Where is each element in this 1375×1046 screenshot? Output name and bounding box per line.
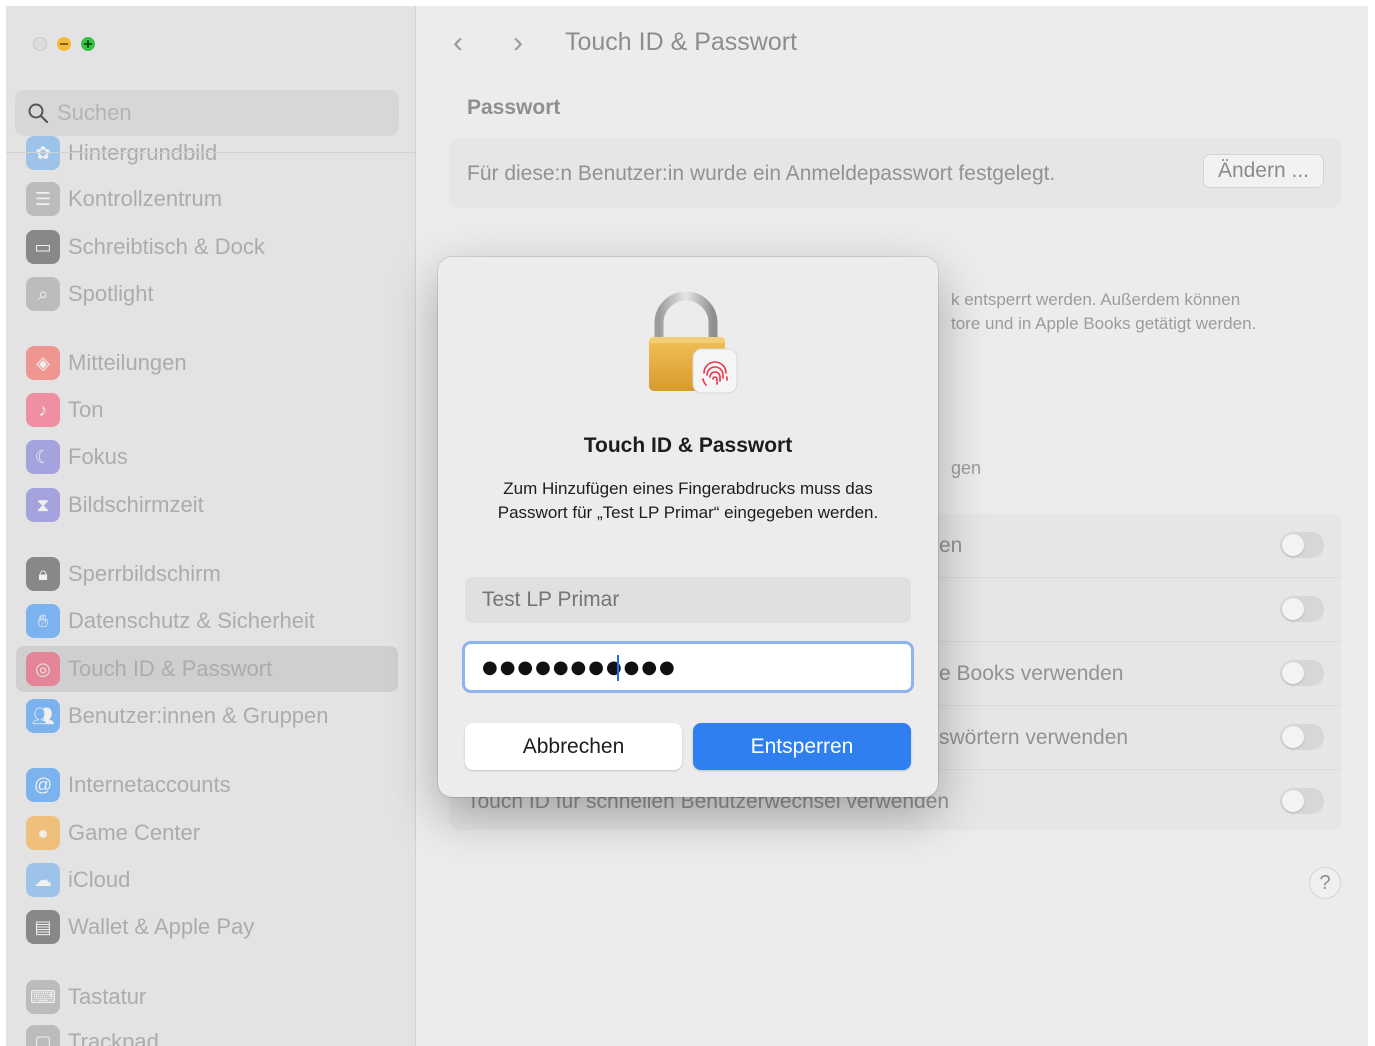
authentication-dialog: Touch ID & Passwort Zum Hinzufügen eines…: [438, 257, 938, 797]
lock-fingerprint-icon: [649, 291, 738, 394]
notifications-icon: ◈: [26, 346, 60, 380]
sidebar-item-label: Benutzer:innen & Gruppen: [68, 703, 329, 728]
sidebar-item-label: Schreibtisch & Dock: [68, 234, 265, 259]
screen-time-icon: ⧗: [26, 488, 60, 522]
sidebar-item-label: Mitteilungen: [68, 350, 187, 375]
sidebar-item-wallpaper[interactable]: ✿ Hintergrundbild: [16, 130, 398, 176]
privacy-hand-icon: ✋︎: [26, 604, 60, 638]
sidebar-item-sound[interactable]: ♪ Ton: [16, 387, 398, 433]
wallpaper-icon: ✿: [26, 136, 60, 170]
sidebar-item-keyboard[interactable]: ⌨ Tastatur: [16, 974, 398, 1020]
option-label: en: [939, 534, 963, 557]
option-toggle[interactable]: [1280, 660, 1324, 686]
page-title: Touch ID & Passwort: [565, 28, 798, 56]
sound-icon: ♪: [26, 393, 60, 427]
cancel-button[interactable]: Abbrechen: [465, 723, 682, 770]
sidebar-item-label: Tastatur: [68, 984, 147, 1009]
sidebar-item-label: Touch ID & Passwort: [68, 656, 273, 681]
sidebar-item-label: Fokus: [68, 444, 128, 469]
sidebar-item-label: Kontrollzentrum: [68, 186, 223, 211]
unlock-button[interactable]: Entsperren: [693, 723, 911, 770]
focus-icon: ☾: [26, 440, 60, 474]
close-window-button[interactable]: [33, 37, 47, 51]
dialog-message: Zum Hinzufügen eines Fingerabdrucks muss…: [497, 479, 879, 522]
username-field[interactable]: [465, 577, 911, 623]
sidebar-item-label: Ton: [68, 397, 104, 422]
minimize-window-button[interactable]: [57, 37, 71, 51]
sidebar-item-label: Trackpad: [68, 1029, 159, 1046]
sidebar-item-game-center[interactable]: ● Game Center: [16, 810, 398, 856]
sidebar-item-trackpad[interactable]: ▢ Trackpad: [16, 1019, 398, 1046]
option-label: swörtern verwenden: [939, 726, 1129, 749]
sidebar-item-notifications[interactable]: ◈ Mitteilungen: [16, 340, 398, 386]
sidebar-item-screen-time[interactable]: ⧗ Bildschirmzeit: [16, 482, 398, 528]
trackpad-icon: ▢: [26, 1025, 60, 1046]
option-label: e Books verwenden: [939, 662, 1124, 685]
lock-screen-icon: 🔒︎: [26, 557, 60, 591]
users-icon: 👥︎: [26, 699, 60, 733]
sidebar-item-touch-id[interactable]: ◎ Touch ID & Passwort: [16, 646, 398, 692]
settings-window: ✿ Hintergrundbild ☰ Kontrollzentrum ▭ Sc…: [6, 6, 1368, 1046]
sidebar-divider: [6, 152, 416, 153]
chevron-right-icon[interactable]: ›: [513, 28, 543, 58]
zoom-window-button[interactable]: [81, 37, 95, 51]
sidebar-item-label: Hintergrundbild: [68, 140, 218, 165]
sidebar-item-label: Sperrbildschirm: [68, 561, 221, 586]
sidebar-item-control-center[interactable]: ☰ Kontrollzentrum: [16, 176, 398, 222]
search-input[interactable]: [57, 100, 357, 126]
sidebar-item-label: Internetaccounts: [68, 772, 231, 797]
description-line: tore und in Apple Books getätigt werden.: [951, 314, 1257, 333]
sidebar-item-lock-screen[interactable]: 🔒︎ Sperrbildschirm: [16, 551, 398, 597]
sidebar-item-dock[interactable]: ▭ Schreibtisch & Dock: [16, 224, 398, 270]
password-status-text: Für diese:n Benutzer:in wurde ein Anmeld…: [467, 162, 1056, 185]
sidebar-item-label: iCloud: [68, 867, 131, 892]
fingerprint-icon: ◎: [26, 652, 60, 686]
sidebar-item-focus[interactable]: ☾ Fokus: [16, 434, 398, 480]
sidebar-item-icloud[interactable]: ☁ iCloud: [16, 857, 398, 903]
sidebar-item-label: Wallet & Apple Pay: [68, 914, 255, 939]
sidebar: ✿ Hintergrundbild ☰ Kontrollzentrum ▭ Sc…: [6, 6, 416, 1046]
search-icon: [27, 102, 49, 124]
chevron-left-icon[interactable]: ‹: [453, 28, 483, 58]
dialog-title: Touch ID & Passwort: [583, 434, 793, 457]
sidebar-item-label: Spotlight: [68, 281, 154, 306]
sidebar-item-users[interactable]: 👥︎ Benutzer:innen & Gruppen: [16, 693, 398, 739]
sidebar-item-privacy[interactable]: ✋︎ Datenschutz & Sicherheit: [16, 598, 398, 644]
text-cursor: [617, 655, 619, 681]
password-card: Für diese:n Benutzer:in wurde ein Anmeld…: [449, 138, 1341, 208]
spotlight-icon: ⌕: [26, 277, 60, 311]
fingerprint-section-fragment: gen: [951, 458, 982, 478]
option-toggle[interactable]: [1280, 788, 1324, 814]
password-field[interactable]: [462, 641, 914, 693]
sidebar-item-spotlight[interactable]: ⌕ Spotlight: [16, 271, 398, 317]
icloud-icon: ☁: [26, 863, 60, 897]
sidebar-item-label: Bildschirmzeit: [68, 492, 204, 517]
dock-icon: ▭: [26, 230, 60, 264]
touch-id-description: k entsperrt werden. Außerdem können tore…: [951, 288, 1256, 336]
keyboard-icon: ⌨: [26, 980, 60, 1014]
description-line: k entsperrt werden. Außerdem können: [951, 290, 1241, 309]
sidebar-item-internet-accounts[interactable]: @ Internetaccounts: [16, 762, 398, 808]
game-center-icon: ●: [26, 816, 60, 850]
sidebar-item-label: Game Center: [68, 820, 201, 845]
control-center-icon: ☰: [26, 182, 60, 216]
password-section-title: Passwort: [467, 96, 561, 119]
window-controls: [33, 37, 95, 51]
option-toggle[interactable]: [1280, 532, 1324, 558]
option-toggle[interactable]: [1280, 596, 1324, 622]
wallet-icon: ▤: [26, 910, 60, 944]
change-password-button[interactable]: Ändern ...: [1202, 154, 1324, 188]
help-button[interactable]: ?: [1309, 867, 1341, 899]
sidebar-item-wallet[interactable]: ▤ Wallet & Apple Pay: [16, 904, 398, 950]
sidebar-item-label: Datenschutz & Sicherheit: [68, 608, 316, 633]
option-toggle[interactable]: [1280, 724, 1324, 750]
at-icon: @: [26, 768, 60, 802]
